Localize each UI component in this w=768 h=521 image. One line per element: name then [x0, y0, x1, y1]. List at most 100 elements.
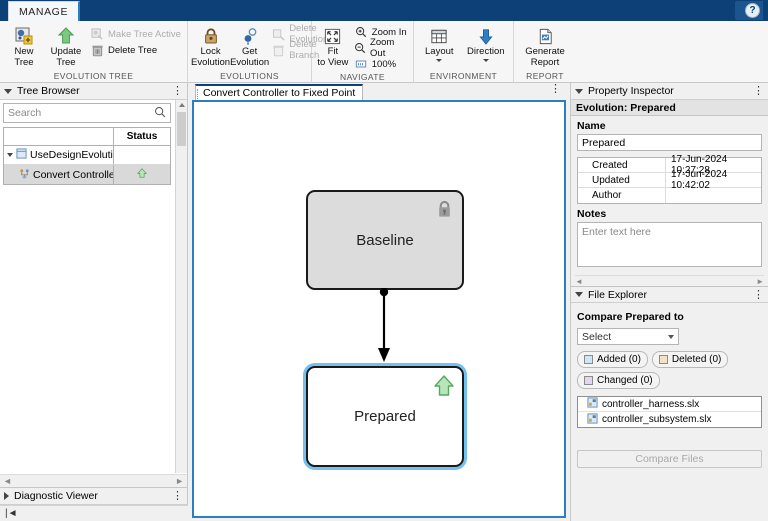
property-value: 17-Jun-2024 10:42:02 — [671, 169, 728, 191]
ribbon-group-evolution-tree: New Tree Update Tree Make Tree Active De… — [0, 21, 188, 83]
tree-row-name-cell[interactable]: UseDesignEvolutionMar — [4, 146, 114, 164]
update-tree-button[interactable]: Update Tree — [45, 24, 87, 68]
canvas-panel: Convert Controller to Fixed Point ⋮ Base… — [189, 83, 569, 521]
tree-browser-kebab-icon[interactable]: ⋮ — [172, 86, 183, 97]
scroll-left-arrow-icon[interactable]: ◄ — [3, 476, 12, 486]
direction-button[interactable]: Direction — [462, 24, 510, 62]
delete-tree-label: Delete Tree — [108, 44, 158, 56]
delete-tree-button[interactable]: Delete Tree — [87, 42, 184, 58]
slx-file-icon — [587, 412, 598, 427]
tree-row-status-cell — [114, 146, 170, 164]
deleted-swatch-icon — [658, 355, 668, 364]
make-tree-active-button[interactable]: Make Tree Active — [87, 26, 184, 42]
zoom-out-button[interactable]: Zoom Out — [351, 37, 410, 59]
tree-row-name-cell[interactable]: Convert Controller tc — [4, 165, 114, 184]
make-tree-active-icon — [90, 27, 104, 41]
graph-node-prepared[interactable]: Prepared — [306, 366, 464, 467]
expander-triangle-icon[interactable] — [7, 153, 13, 157]
file-explorer-title: File Explorer — [588, 288, 647, 301]
filter-chips: Added (0) Deleted (0) Changed (0) — [571, 345, 768, 389]
chevron-down-icon[interactable] — [668, 334, 674, 339]
layout-icon — [429, 25, 449, 47]
table-row[interactable]: Convert Controller tc — [4, 165, 170, 184]
ribbon-toolbar: New Tree Update Tree Make Tree Active De… — [0, 21, 768, 83]
tree-table-header: Status — [4, 128, 170, 146]
get-evolution-label: Get Evolution — [230, 46, 270, 68]
diagnostic-viewer-kebab-icon[interactable]: ⋮ — [172, 491, 183, 502]
property-key: Created — [578, 158, 666, 172]
evolution-graph-canvas[interactable]: Baseline Prepared — [192, 100, 566, 518]
chevron-down-icon[interactable] — [436, 58, 443, 62]
search-icon[interactable] — [154, 106, 166, 121]
notes-label: Notes — [577, 208, 607, 220]
scroll-up-arrow-icon[interactable] — [178, 103, 185, 107]
tree-browser-scrollbar[interactable] — [175, 100, 187, 473]
tree-browser-hscrollbar[interactable]: ◄ ► — [0, 474, 187, 487]
file-explorer-kebab-icon[interactable]: ⋮ — [753, 289, 764, 300]
property-inspector-subtitle: Evolution: Prepared — [571, 100, 768, 116]
chevron-down-icon[interactable] — [482, 58, 489, 62]
scroll-right-arrow-icon[interactable]: ► — [175, 476, 184, 486]
list-item[interactable]: controller_subsystem.slx — [578, 412, 761, 427]
node-label: Prepared — [354, 408, 416, 425]
scrollbar-thumb[interactable] — [177, 112, 186, 146]
name-field[interactable]: Prepared — [577, 134, 762, 151]
layout-label: Layout — [425, 46, 454, 57]
direction-icon — [476, 25, 496, 47]
ribbon-group-title: NAVIGATE — [340, 72, 385, 82]
generate-report-button[interactable]: Generate Report — [519, 24, 571, 68]
canvas-kebab-icon[interactable]: ⋮ — [550, 84, 561, 95]
title-bar: MANAGE ? — [0, 0, 768, 21]
tree-col-name — [4, 128, 114, 145]
lock-evolution-button[interactable]: Lock Evolution — [191, 24, 230, 68]
chip-changed[interactable]: Changed (0) — [577, 372, 660, 389]
property-inspector-hscrollbar[interactable]: ◄ ► — [575, 275, 764, 286]
zoom-level-button[interactable]: 100% — [351, 56, 410, 72]
document-tab-label: Convert Controller to Fixed Point — [203, 87, 356, 99]
node-label: Baseline — [356, 231, 414, 249]
property-value — [666, 188, 761, 203]
notes-textarea[interactable]: Enter text here — [577, 222, 762, 267]
update-tree-label: Update Tree — [50, 46, 82, 68]
collapse-triangle-icon[interactable] — [575, 292, 583, 297]
ribbon-group-title: EVOLUTIONS — [220, 71, 279, 81]
list-item[interactable]: controller_harness.slx — [578, 397, 761, 412]
delete-evolution-icon — [272, 27, 285, 41]
collapse-triangle-icon[interactable] — [4, 88, 12, 94]
diagnostic-viewer-title: Diagnostic Viewer — [14, 490, 98, 502]
document-tab[interactable]: Convert Controller to Fixed Point — [195, 84, 364, 100]
property-key: Updated — [578, 173, 666, 187]
scroll-right-arrow-icon[interactable]: ► — [756, 277, 764, 286]
tree-browser-header[interactable]: Tree Browser ⋮ — [0, 83, 187, 100]
make-tree-active-label: Make Tree Active — [108, 28, 181, 40]
chip-added[interactable]: Added (0) — [577, 351, 648, 368]
diagnostic-viewer-panel: Diagnostic Viewer ⋮ |◄ — [0, 487, 188, 521]
property-inspector-header[interactable]: Property Inspector ⋮ — [571, 83, 768, 100]
search-input[interactable] — [8, 107, 154, 119]
trash-icon — [272, 43, 285, 57]
up-arrow-green-icon — [136, 167, 148, 182]
diagnostic-viewer-header[interactable]: Diagnostic Viewer ⋮ — [0, 488, 187, 505]
table-row[interactable]: UseDesignEvolutionMar — [4, 146, 170, 165]
expand-triangle-icon[interactable] — [4, 492, 9, 500]
properties-table: Created 17-Jun-2024 10:27:28 Updated 17-… — [577, 154, 762, 204]
file-name: controller_subsystem.slx — [602, 414, 712, 425]
new-tree-button[interactable]: New Tree — [3, 24, 45, 68]
get-evolution-button[interactable]: Get Evolution — [230, 24, 269, 68]
compare-target-select[interactable]: Select — [577, 328, 679, 345]
jump-to-start-icon[interactable]: |◄ — [5, 508, 18, 519]
graph-node-baseline[interactable]: Baseline — [306, 190, 464, 290]
search-row[interactable] — [3, 103, 171, 123]
collapse-triangle-icon[interactable] — [575, 88, 583, 94]
scroll-left-arrow-icon[interactable]: ◄ — [575, 277, 583, 286]
file-explorer-header[interactable]: File Explorer ⋮ — [571, 286, 768, 303]
zoom-in-icon — [354, 25, 368, 39]
property-inspector-kebab-icon[interactable]: ⋮ — [753, 86, 764, 97]
navigate-small-buttons: Zoom In Zoom Out 100% — [351, 24, 410, 72]
fit-to-view-button[interactable]: Fit to View — [315, 24, 351, 68]
layout-button[interactable]: Layout — [417, 24, 462, 62]
tab-manage[interactable]: MANAGE — [8, 1, 80, 21]
compare-files-button[interactable]: Compare Files — [577, 450, 762, 468]
help-circle-icon[interactable]: ? — [745, 3, 760, 18]
chip-deleted[interactable]: Deleted (0) — [651, 351, 729, 368]
